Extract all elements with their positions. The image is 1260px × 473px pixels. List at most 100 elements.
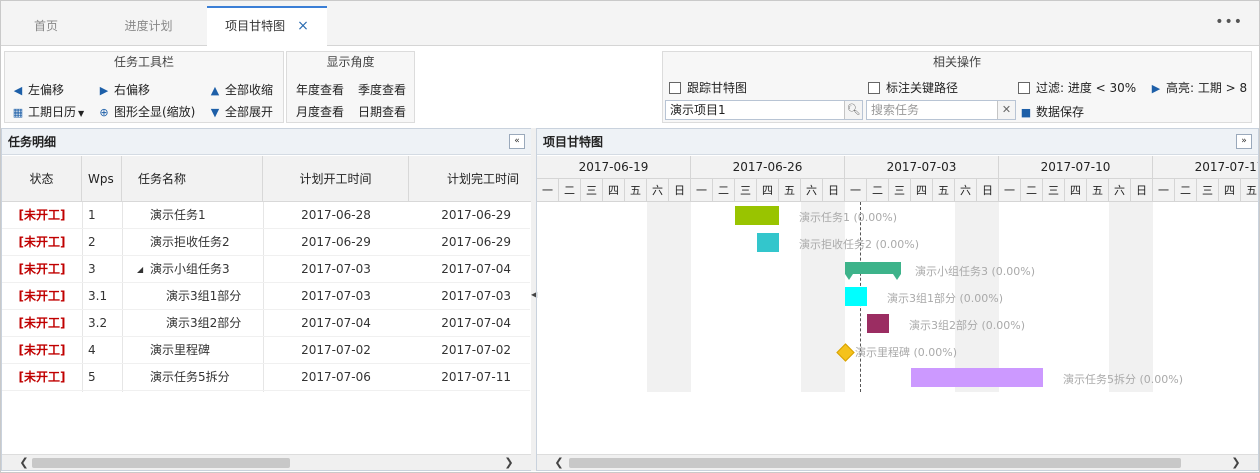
quarter-view-button[interactable]: 季度查看: [358, 81, 406, 98]
week-header: 2017-06-19: [537, 156, 691, 179]
view-angle-title: 显示角度: [326, 55, 375, 69]
gantt-panel: 项目甘特图» 2017-06-19 一二三四五六日 2017-06-26 一二三四五六…: [536, 128, 1259, 471]
plan-end-cell: 2017-07-04: [441, 262, 511, 276]
collapse-all-label: 全部收缩: [225, 83, 274, 97]
table-row[interactable]: [未开工] 5 演示任务5拆分 2017-07-06 2017-07-11: [2, 364, 530, 391]
day-header: 四: [603, 179, 625, 202]
arrow-left-icon: ◀: [13, 84, 23, 97]
day-view-button[interactable]: 日期查看: [358, 103, 406, 120]
day-header: 一: [845, 179, 867, 202]
track-gantt-label: 跟踪甘特图: [687, 81, 748, 95]
day-header: 五: [1241, 179, 1258, 202]
close-icon[interactable]: ×: [297, 18, 309, 34]
task-bar[interactable]: [735, 206, 779, 225]
month-view-button[interactable]: 月度查看: [296, 103, 344, 120]
filter-label: 过滤: 进度 < 30%: [1036, 81, 1137, 95]
highlight-button[interactable]: ▶ 高亮: 工期 > 8: [1149, 79, 1247, 96]
track-gantt-checkbox[interactable]: 跟踪甘特图: [669, 79, 747, 96]
scrollbar-thumb[interactable]: [569, 458, 1181, 468]
expand-all-button[interactable]: ▼ 全部展开: [208, 103, 273, 120]
day-header: 三: [1197, 179, 1219, 202]
day-header: 六: [1109, 179, 1131, 202]
collapse-left-icon[interactable]: «: [509, 134, 525, 149]
week-header: 2017-07-17: [1153, 156, 1258, 179]
day-header: 一: [999, 179, 1021, 202]
scrollbar-thumb[interactable]: [32, 458, 290, 468]
gantt-header: 项目甘特图 »: [537, 129, 1258, 155]
horizontal-scrollbar[interactable]: ❮ ❯: [537, 454, 1258, 470]
arrow-down-icon: ▼: [210, 106, 220, 119]
collapse-all-button[interactable]: ▲ 全部收缩: [208, 81, 273, 98]
wps-cell: 3.1: [88, 289, 108, 303]
task-bar[interactable]: [845, 287, 867, 306]
checkbox[interactable]: [669, 82, 681, 94]
plan-start-cell: 2017-06-28: [301, 208, 371, 222]
task-search-placeholder: 搜索任务: [871, 103, 920, 117]
year-view-button[interactable]: 年度查看: [296, 81, 344, 98]
day-header: 三: [1043, 179, 1065, 202]
col-task-name[interactable]: 任务名称: [122, 156, 263, 202]
col-plan-start[interactable]: 计划开工时间: [263, 156, 409, 202]
tab-gantt[interactable]: 项目甘特图 ×: [207, 6, 327, 47]
save-button[interactable]: ■ 数据保存: [1019, 103, 1084, 120]
task-bar[interactable]: [757, 233, 779, 252]
group-bar-end-icon: [893, 274, 901, 280]
checkbox[interactable]: [868, 82, 880, 94]
table-row[interactable]: [未开工] 4 演示里程碑 2017-07-02 2017-07-02: [2, 337, 530, 364]
filter-checkbox[interactable]: 过滤: 进度 < 30%: [1018, 79, 1136, 96]
wps-cell: 3: [88, 262, 96, 276]
project-search-input[interactable]: 演示项目1 🔍︎: [665, 100, 863, 120]
group-summary-bar[interactable]: [845, 262, 901, 274]
scroll-right-icon[interactable]: ❯: [1228, 455, 1244, 470]
day-header: 日: [977, 179, 999, 202]
full-view-label: 图形全显(缩放): [114, 105, 196, 119]
search-icon[interactable]: 🔍︎: [844, 101, 862, 119]
day-header: 五: [625, 179, 647, 202]
tree-expand-icon[interactable]: ◢: [137, 256, 143, 283]
day-header: 一: [1153, 179, 1175, 202]
task-bar-label: 演示里程碑 (0.00%): [855, 346, 958, 359]
plan-start-cell: 2017-06-29: [301, 235, 371, 249]
shift-right-button[interactable]: ▶ 右偏移: [97, 81, 150, 98]
clear-icon[interactable]: ✕: [997, 101, 1015, 119]
task-bar[interactable]: [911, 368, 1043, 387]
scroll-left-icon[interactable]: ❮: [16, 455, 32, 471]
tab-home[interactable]: 首页: [11, 6, 81, 46]
table-row[interactable]: [未开工] 3.1 演示3组1部分 2017-07-03 2017-07-03: [2, 283, 530, 310]
play-icon: ▶: [1151, 82, 1161, 95]
day-header: 日: [823, 179, 845, 202]
horizontal-scrollbar[interactable]: ❮ ❯: [2, 454, 531, 470]
full-view-button[interactable]: ⊕ 图形全显(缩放): [97, 103, 195, 120]
shift-left-button[interactable]: ◀ 左偏移: [11, 81, 64, 98]
task-search-input[interactable]: 搜索任务 ✕: [866, 100, 1016, 120]
scroll-right-icon[interactable]: ❯: [501, 455, 517, 471]
col-wps[interactable]: Wps: [82, 156, 122, 202]
weekend-shade: [647, 202, 669, 392]
table-row[interactable]: [未开工] 2 演示拒收任务2 2017-06-29 2017-06-29: [2, 229, 530, 256]
col-plan-end[interactable]: 计划完工时间: [409, 156, 531, 202]
save-icon: ■: [1020, 106, 1032, 119]
task-name-cell: 演示3组1部分: [166, 289, 242, 303]
col-status[interactable]: 状态: [2, 156, 82, 202]
checkbox[interactable]: [1018, 82, 1030, 94]
day-header: 日: [1131, 179, 1153, 202]
collapse-right-icon[interactable]: »: [1236, 134, 1252, 149]
gantt-title: 项目甘特图: [543, 135, 604, 149]
calendar-dropdown[interactable]: ▦ 工期日历 ▼: [11, 103, 84, 120]
task-bar-label: 演示任务5拆分 (0.00%): [1063, 373, 1184, 386]
more-icon[interactable]: •••: [1215, 14, 1243, 30]
task-name-cell: 演示小组任务3: [150, 262, 230, 276]
day-header: 二: [1175, 179, 1197, 202]
table-row[interactable]: [未开工] 1 演示任务1 2017-06-28 2017-06-29: [2, 202, 530, 229]
scroll-left-icon[interactable]: ❮: [551, 455, 567, 470]
critical-path-checkbox[interactable]: 标注关键路径: [868, 79, 958, 96]
wps-cell: 5: [88, 370, 96, 384]
table-row[interactable]: [未开工] 3.2 演示3组2部分 2017-07-04 2017-07-04: [2, 310, 530, 337]
tab-schedule[interactable]: 进度计划: [101, 6, 196, 46]
weekend-shade: [823, 202, 845, 392]
day-header: 六: [801, 179, 823, 202]
task-bar[interactable]: [867, 314, 889, 333]
table-row[interactable]: [未开工] 3 ◢ 演示小组任务3 2017-07-03 2017-07-04: [2, 256, 530, 283]
plan-start-cell: 2017-07-06: [301, 370, 371, 384]
day-header: 二: [559, 179, 581, 202]
